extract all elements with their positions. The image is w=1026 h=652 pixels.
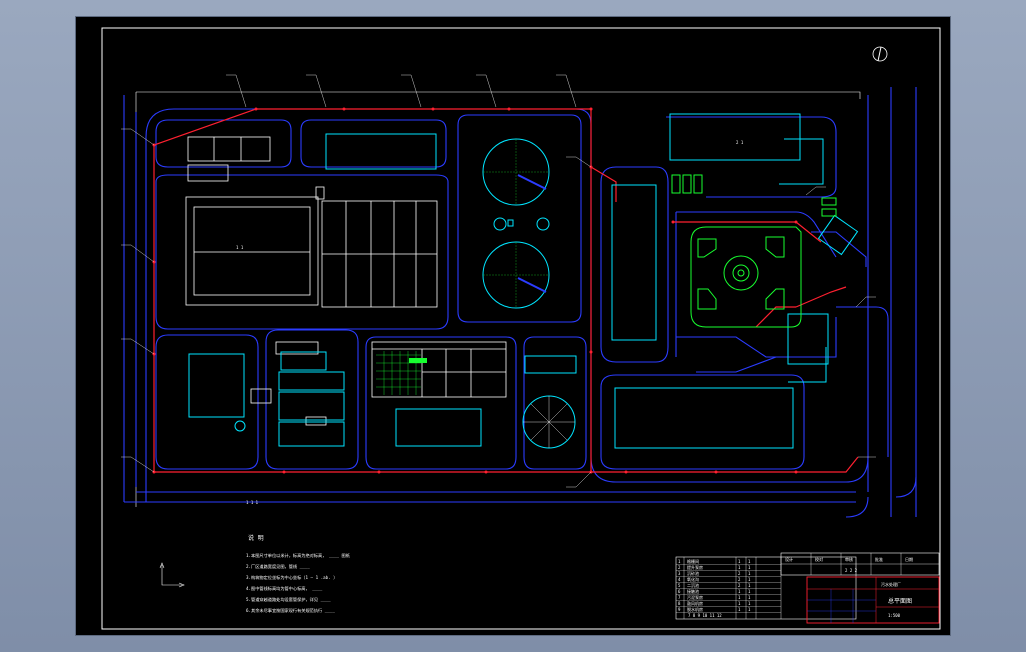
pipe-network: [153, 108, 859, 473]
table-cell: 8: [678, 601, 681, 606]
table-cell: 1: [738, 559, 741, 564]
notes-line-2: 2.厂区道路宽度见图，管线 ____: [246, 563, 310, 570]
table-cell: 1: [748, 559, 751, 564]
table-cell: 二沉池: [687, 582, 699, 588]
table-cell: 2: [738, 583, 741, 588]
project-name: 污水处理厂: [881, 581, 901, 587]
notes-line-5: 5.管道穿越道路处均设套管保护，详见 ____: [246, 596, 331, 603]
table-cell: 1: [738, 595, 741, 600]
notes-line-3: 3.构筑物定位坐标为中心坐标（1 — 1 .ab. ）: [246, 574, 337, 581]
table-cell: 1: [738, 601, 741, 606]
road-label: 1 1 1: [246, 500, 259, 505]
table-cell: 9: [678, 607, 681, 612]
office-code: 2 1: [736, 140, 744, 145]
table-cell: 沉砂池: [687, 570, 699, 576]
table-cell: 1: [748, 571, 751, 576]
table-cell: 格栅间: [687, 558, 699, 564]
notes-line-4: 4.图中管线标高均为管中心标高， ____: [246, 585, 323, 592]
table-cell: 污泥泵房: [687, 594, 703, 600]
road-network: [123, 87, 917, 518]
title-cell-2: 校对: [815, 556, 823, 562]
title-cell-5: 日期: [905, 556, 913, 562]
table-footer: 7 8 9 10 11 12: [688, 613, 722, 618]
table-cell: 1: [738, 589, 741, 594]
table-cell: 1: [748, 589, 751, 594]
table-cell: 2: [738, 577, 741, 582]
building-oxidation-ditch-a: [185, 196, 319, 306]
table-cell: 1: [738, 565, 741, 570]
structure-office-building: [669, 113, 801, 161]
table-cell: 6: [678, 589, 681, 594]
title-block: 设计 校对 审核 批准 日期 2 2 2 污水处理厂 总平面图 1:500: [780, 552, 940, 624]
table-cell: 2: [738, 571, 741, 576]
table-cell: 1: [748, 595, 751, 600]
table-cell: 提升泵房: [687, 564, 703, 570]
table-cell: 1: [678, 559, 681, 564]
north-arrow-icon: [872, 46, 888, 62]
table-cell: 接触池: [687, 588, 699, 594]
table-cell: 鼓风机房: [687, 600, 703, 606]
ditch-code: 1 1: [236, 245, 244, 250]
drawing-scale: 1:500: [888, 613, 901, 618]
structure-dewatering-room: [614, 387, 794, 449]
table-cell: 1: [748, 583, 751, 588]
table-cell: 5: [678, 583, 681, 588]
green-landscape: [671, 174, 837, 328]
title-cell-3: 审核: [845, 556, 853, 562]
sheet-number: 2 2 2: [845, 568, 858, 573]
building-screen-house: [187, 136, 271, 162]
item-table: 1 格栅间 1 12 提升泵房 1 13 沉砂池 2 14 氧化沟 2 15 二沉池 2 16 接触池 1 17 污泥…: [675, 556, 857, 620]
table-cell: 氧化沟: [687, 576, 699, 582]
ucs-axis-icon: [159, 562, 185, 588]
structure-sludge-thickener: [188, 353, 245, 418]
title-cell-4: 批准: [875, 556, 883, 562]
table-cell: 2: [678, 565, 681, 570]
cad-viewport[interactable]: 说 明 1.本图尺寸单位以米计，标高为绝对标高， ____ 图纸 2.厂区道路宽…: [75, 16, 951, 636]
table-cell: 1: [748, 565, 751, 570]
table-cell: 1: [748, 607, 751, 612]
table-cell: 3: [678, 571, 681, 576]
table-cell: 脱水机房: [687, 606, 703, 612]
drawing-canvas[interactable]: 说 明 1.本图尺寸单位以米计，标高为绝对标高， ____ 图纸 2.厂区道路宽…: [76, 17, 952, 637]
notes-heading: 说 明: [248, 534, 264, 542]
notes-line-1: 1.本图尺寸单位以米计，标高为绝对标高， ____ 图纸: [246, 552, 351, 559]
table-cell: 1: [748, 577, 751, 582]
notes-line-6: 6.其余未尽事宜按国家现行有关规范执行 ____: [246, 607, 335, 614]
general-notes: 说 明 1.本图尺寸单位以米计，标高为绝对标高， ____ 图纸 2.厂区道路宽…: [246, 534, 351, 614]
drawing-name: 总平面图: [888, 597, 912, 605]
table-cell: 4: [678, 577, 681, 582]
title-cell-1: 设计: [785, 556, 793, 562]
table-cell: 7: [678, 595, 681, 600]
table-cell: 1: [738, 607, 741, 612]
structure-grit-chamber: [325, 133, 437, 170]
pipe-nodes: [152, 107, 798, 474]
table-cell: 1: [748, 601, 751, 606]
clarifier-radials: [483, 139, 549, 308]
blower-grid: [376, 351, 427, 395]
structure-contact-tank: [611, 184, 657, 341]
site-boundary: [135, 91, 861, 507]
